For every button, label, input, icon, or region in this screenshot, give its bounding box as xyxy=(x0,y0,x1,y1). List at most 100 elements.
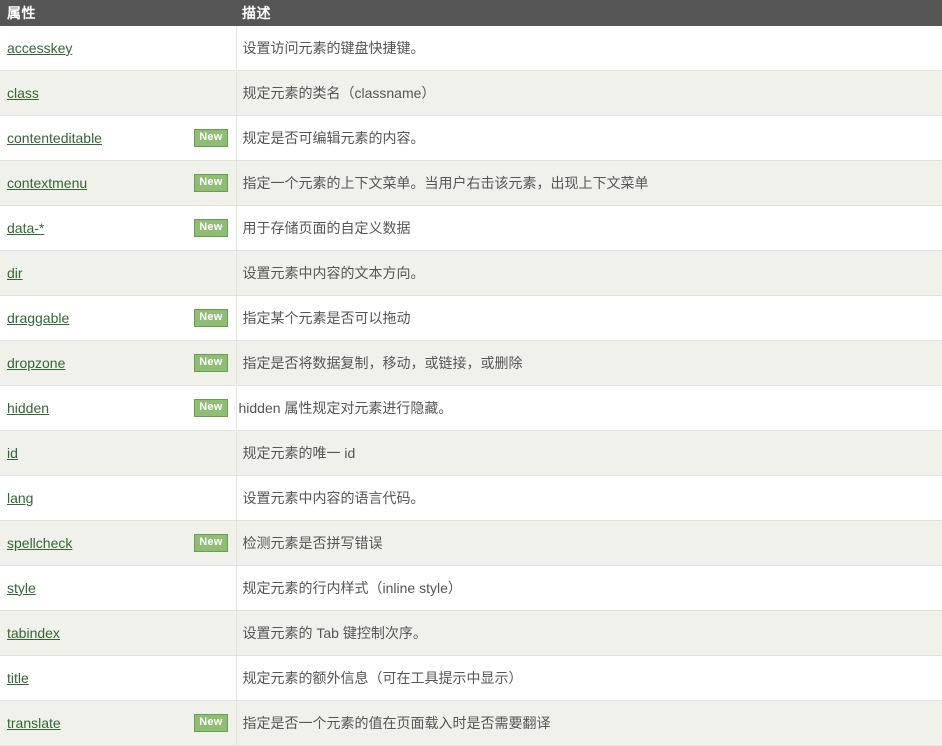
attribute-cell-inner: tabindex xyxy=(7,623,228,643)
description-cell: 检测元素是否拼写错误 xyxy=(236,520,942,566)
attribute-cell: lang xyxy=(0,475,237,521)
description-text: 设置访问元素的键盘快捷键。 xyxy=(242,39,425,56)
description-cell: 指定一个元素的上下文菜单。当用户右击该元素，出现上下文菜单 xyxy=(236,160,942,206)
attribute-link[interactable]: contenteditable xyxy=(7,128,102,148)
table-row: hidden New hidden 属性规定对元素进行隐藏。 xyxy=(0,385,942,431)
table-row: style 规定元素的行内样式（inline style） xyxy=(0,565,942,611)
table-body: accesskey 设置访问元素的键盘快捷键。 class 规定元素的类名（class… xyxy=(0,26,942,746)
description-cell: 用于存储页面的自定义数据 xyxy=(236,205,942,251)
table-row: data-* New 用于存储页面的自定义数据 xyxy=(0,205,942,251)
column-header-description: 描述 xyxy=(236,0,942,26)
table-header: 属性 描述 xyxy=(0,0,942,26)
description-text: 规定元素的类名（classname） xyxy=(242,84,436,101)
attribute-link[interactable]: contextmenu xyxy=(7,173,87,193)
attribute-cell-inner: data-* New xyxy=(7,218,228,238)
description-cell: 规定元素的额外信息（可在工具提示中显示） xyxy=(236,655,942,701)
table-row: title 规定元素的额外信息（可在工具提示中显示） xyxy=(0,655,942,701)
attribute-cell: title xyxy=(0,655,237,701)
table-row: lang 设置元素中内容的语言代码。 xyxy=(0,475,942,521)
description-cell: 设置元素中内容的语言代码。 xyxy=(236,475,942,521)
description-cell: 规定是否可编辑元素的内容。 xyxy=(236,115,942,161)
attribute-cell: contenteditable New xyxy=(0,115,237,161)
attribute-cell-inner: class xyxy=(7,83,228,103)
attribute-link[interactable]: translate xyxy=(7,713,61,733)
attribute-cell-inner: lang xyxy=(7,488,228,508)
attribute-link[interactable]: hidden xyxy=(7,398,49,418)
table-row: class 规定元素的类名（classname） xyxy=(0,70,942,116)
attribute-cell-inner: translate New xyxy=(7,713,228,733)
global-attributes-table: 属性 描述 accesskey 设置访问元素的键盘快捷键。 class 规定元素的类名… xyxy=(0,0,942,746)
attribute-cell-inner: contenteditable New xyxy=(7,128,228,148)
attribute-link[interactable]: tabindex xyxy=(7,623,60,643)
table-row: dropzone New 指定是否将数据复制，移动，或链接，或删除 xyxy=(0,340,942,386)
description-cell: 规定元素的行内样式（inline style） xyxy=(236,565,942,611)
attribute-cell: dropzone New xyxy=(0,340,237,386)
attribute-link[interactable]: dropzone xyxy=(7,353,65,373)
attribute-cell: style xyxy=(0,565,237,611)
table-row: contenteditable New 规定是否可编辑元素的内容。 xyxy=(0,115,942,161)
table-row: id 规定元素的唯一 id xyxy=(0,430,942,476)
attribute-cell: tabindex xyxy=(0,610,237,656)
table-row: dir 设置元素中内容的文本方向。 xyxy=(0,250,942,296)
description-cell: 规定元素的类名（classname） xyxy=(236,70,942,116)
attribute-cell: dir xyxy=(0,250,237,296)
attribute-cell-inner: draggable New xyxy=(7,308,228,328)
attribute-link[interactable]: title xyxy=(7,668,29,688)
new-badge: New xyxy=(194,353,228,372)
description-text: 设置元素中内容的语言代码。 xyxy=(242,489,425,506)
attribute-cell-inner: accesskey xyxy=(7,38,228,58)
attribute-link[interactable]: dir xyxy=(7,263,23,283)
new-badge: New xyxy=(194,173,228,192)
attribute-cell: hidden New xyxy=(0,385,237,431)
description-text: 指定一个元素的上下文菜单。当用户右击该元素，出现上下文菜单 xyxy=(242,174,649,191)
attribute-cell: id xyxy=(0,430,237,476)
new-badge: New xyxy=(194,308,228,327)
description-cell: 指定是否将数据复制，移动，或链接，或删除 xyxy=(236,340,942,386)
description-cell: hidden 属性规定对元素进行隐藏。 xyxy=(236,385,942,431)
attribute-cell: draggable New xyxy=(0,295,237,341)
description-text: 用于存储页面的自定义数据 xyxy=(242,219,411,236)
description-text: 指定某个元素是否可以拖动 xyxy=(242,309,411,326)
column-header-attribute: 属性 xyxy=(0,0,236,26)
description-cell: 设置元素的 Tab 键控制次序。 xyxy=(236,610,942,656)
new-badge: New xyxy=(194,713,228,732)
new-badge: New xyxy=(194,218,228,237)
description-text: 规定元素的额外信息（可在工具提示中显示） xyxy=(242,669,523,686)
description-cell: 指定是否一个元素的值在页面载入时是否需要翻译 xyxy=(236,700,942,746)
attribute-link[interactable]: class xyxy=(7,83,39,103)
attribute-cell-inner: dropzone New xyxy=(7,353,228,373)
attribute-link[interactable]: accesskey xyxy=(7,38,72,58)
description-cell: 指定某个元素是否可以拖动 xyxy=(236,295,942,341)
description-text: 检测元素是否拼写错误 xyxy=(242,534,383,551)
attribute-link[interactable]: id xyxy=(7,443,18,463)
table-row: spellcheck New 检测元素是否拼写错误 xyxy=(0,520,942,566)
description-text: 指定是否将数据复制，移动，或链接，或删除 xyxy=(242,354,523,371)
new-badge: New xyxy=(194,128,228,147)
attribute-link[interactable]: draggable xyxy=(7,308,69,328)
table-row: accesskey 设置访问元素的键盘快捷键。 xyxy=(0,26,942,71)
new-badge: New xyxy=(194,533,228,552)
attribute-cell: data-* New xyxy=(0,205,237,251)
attribute-cell: contextmenu New xyxy=(0,160,237,206)
table-row: contextmenu New 指定一个元素的上下文菜单。当用户右击该元素，出现上下… xyxy=(0,160,942,206)
attribute-link[interactable]: lang xyxy=(7,488,33,508)
table-row: draggable New 指定某个元素是否可以拖动 xyxy=(0,295,942,341)
attribute-cell-inner: contextmenu New xyxy=(7,173,228,193)
description-text: 指定是否一个元素的值在页面载入时是否需要翻译 xyxy=(242,714,551,731)
description-text: 设置元素中内容的文本方向。 xyxy=(242,264,425,281)
attribute-cell-inner: title xyxy=(7,668,228,688)
table-header-row: 属性 描述 xyxy=(0,0,942,26)
attribute-cell-inner: spellcheck New xyxy=(7,533,228,553)
attribute-link[interactable]: style xyxy=(7,578,36,598)
description-cell: 规定元素的唯一 id xyxy=(236,430,942,476)
attribute-cell-inner: dir xyxy=(7,263,228,283)
description-text: hidden 属性规定对元素进行隐藏。 xyxy=(238,399,453,416)
description-text: 规定元素的唯一 id xyxy=(242,444,356,461)
new-badge: New xyxy=(194,398,228,417)
attribute-link[interactable]: spellcheck xyxy=(7,533,72,553)
table-row: tabindex 设置元素的 Tab 键控制次序。 xyxy=(0,610,942,656)
description-text: 设置元素的 Tab 键控制次序。 xyxy=(242,624,427,641)
attribute-link[interactable]: data-* xyxy=(7,218,44,238)
attribute-cell: class xyxy=(0,70,237,116)
attribute-cell-inner: id xyxy=(7,443,228,463)
